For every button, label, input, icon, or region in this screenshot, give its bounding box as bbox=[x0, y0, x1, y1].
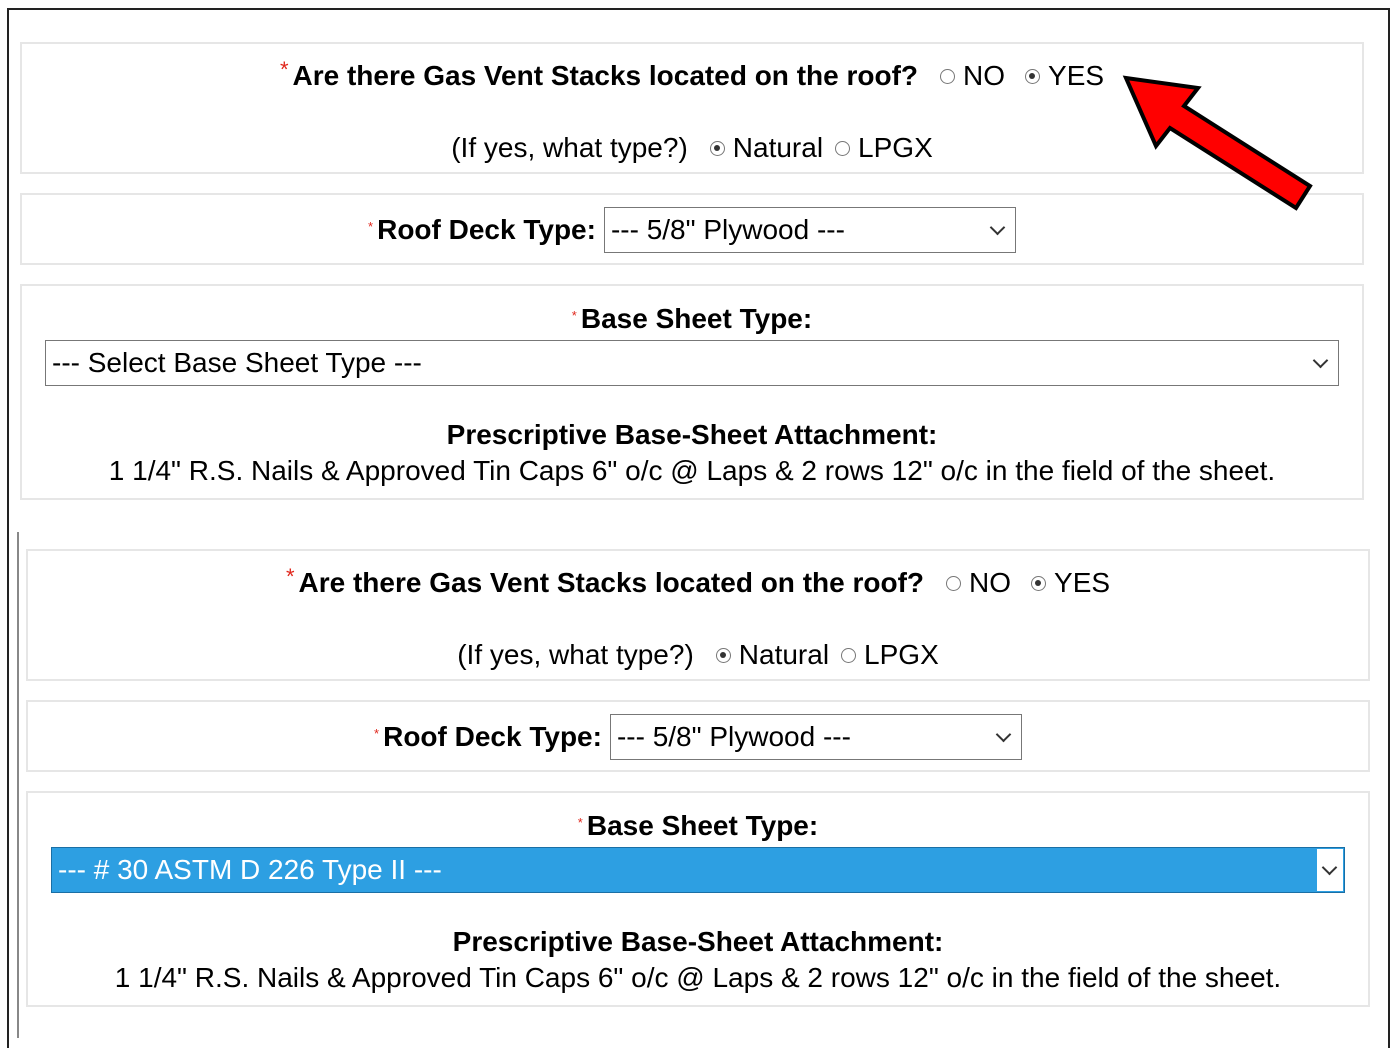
vent-type-natural-radio[interactable] bbox=[715, 647, 731, 663]
vent-type-lpgx-label[interactable]: LPGX bbox=[864, 639, 939, 671]
base-sheet-label: Base Sheet Type: bbox=[580, 303, 813, 334]
required-marker: * bbox=[571, 307, 577, 323]
roof-deck-selected-value: --- 5/8" Plywood --- bbox=[610, 214, 845, 245]
roof-deck-select[interactable]: --- 5/8" Plywood --- bbox=[609, 714, 1022, 760]
chevron-down-icon bbox=[1312, 341, 1330, 385]
attachment-text: 1 1/4" R.S. Nails & Approved Tin Caps 6"… bbox=[108, 455, 1276, 486]
vent-type-natural-label[interactable]: Natural bbox=[739, 639, 829, 671]
chevron-down-icon bbox=[995, 715, 1013, 759]
required-marker: * bbox=[368, 218, 374, 234]
gas-vent-no-label[interactable]: NO bbox=[963, 60, 1005, 92]
roof-deck-label: Roof Deck Type: bbox=[383, 721, 602, 752]
vent-type-lpgx-radio[interactable] bbox=[841, 647, 857, 663]
vent-type-prompt: (If yes, what type?) bbox=[457, 639, 694, 670]
red-arrow-icon bbox=[1122, 75, 1313, 211]
base-sheet-panel: * Base Sheet Type: --- # 30 ASTM D 226 T… bbox=[26, 791, 1370, 1007]
base-sheet-label-row: * Base Sheet Type: bbox=[22, 302, 1362, 336]
base-sheet-select[interactable]: --- # 30 ASTM D 226 Type II --- bbox=[51, 847, 1345, 893]
gas-vent-question: Are there Gas Vent Stacks located on the… bbox=[298, 567, 925, 598]
chevron-down-icon bbox=[989, 208, 1007, 252]
attachment-title: Prescriptive Base-Sheet Attachment: bbox=[452, 926, 944, 957]
gas-vent-yes-radio[interactable] bbox=[1025, 68, 1041, 84]
chevron-down-icon bbox=[1317, 849, 1343, 891]
attachment-title: Prescriptive Base-Sheet Attachment: bbox=[446, 419, 938, 450]
gas-vent-no-label[interactable]: NO bbox=[969, 567, 1011, 599]
base-sheet-select[interactable]: --- Select Base Sheet Type --- bbox=[45, 340, 1339, 386]
gas-vent-yes-label[interactable]: YES bbox=[1048, 60, 1104, 92]
vent-type-row: (If yes, what type?) Natural LPGX bbox=[28, 637, 1368, 673]
gas-vent-question: Are there Gas Vent Stacks located on the… bbox=[292, 60, 919, 91]
base-sheet-label: Base Sheet Type: bbox=[586, 810, 819, 841]
roof-deck-select[interactable]: --- 5/8" Plywood --- bbox=[603, 207, 1016, 253]
gas-vent-no-radio[interactable] bbox=[946, 575, 962, 591]
required-marker: * bbox=[279, 57, 289, 82]
attachment-text-row: 1 1/4" R.S. Nails & Approved Tin Caps 6"… bbox=[22, 454, 1362, 488]
gas-vent-yes-radio[interactable] bbox=[1031, 575, 1047, 591]
vent-type-natural-label[interactable]: Natural bbox=[733, 132, 823, 164]
section-divider bbox=[17, 532, 19, 1038]
attachment-title-row: Prescriptive Base-Sheet Attachment: bbox=[22, 418, 1362, 452]
gas-vent-panel: * Are there Gas Vent Stacks located on t… bbox=[26, 549, 1370, 681]
vent-type-lpgx-radio[interactable] bbox=[835, 140, 851, 156]
base-sheet-panel: * Base Sheet Type: --- Select Base Sheet… bbox=[20, 284, 1364, 500]
attachment-text: 1 1/4" R.S. Nails & Approved Tin Caps 6"… bbox=[114, 962, 1282, 993]
roof-deck-label: Roof Deck Type: bbox=[377, 214, 596, 245]
required-marker: * bbox=[285, 564, 295, 589]
roof-deck-selected-value: --- 5/8" Plywood --- bbox=[616, 721, 851, 752]
gas-vent-yes-label[interactable]: YES bbox=[1054, 567, 1110, 599]
gas-vent-no-radio[interactable] bbox=[940, 68, 956, 84]
base-sheet-selected-value: --- # 30 ASTM D 226 Type II --- bbox=[58, 854, 442, 885]
required-marker: * bbox=[577, 814, 583, 830]
gas-vent-question-row: * Are there Gas Vent Stacks located on t… bbox=[28, 564, 1368, 601]
vent-type-natural-radio[interactable] bbox=[709, 140, 725, 156]
roof-deck-row: * Roof Deck Type: --- 5/8" Plywood --- bbox=[28, 712, 1368, 762]
base-sheet-selected-value: --- Select Base Sheet Type --- bbox=[52, 347, 422, 378]
base-sheet-label-row: * Base Sheet Type: bbox=[28, 809, 1368, 843]
vent-type-lpgx-label[interactable]: LPGX bbox=[858, 132, 933, 164]
vent-type-prompt: (If yes, what type?) bbox=[451, 132, 688, 163]
attachment-title-row: Prescriptive Base-Sheet Attachment: bbox=[28, 925, 1368, 959]
roof-deck-panel: * Roof Deck Type: --- 5/8" Plywood --- bbox=[26, 700, 1370, 772]
attachment-text-row: 1 1/4" R.S. Nails & Approved Tin Caps 6"… bbox=[28, 961, 1368, 995]
required-marker: * bbox=[374, 725, 380, 741]
